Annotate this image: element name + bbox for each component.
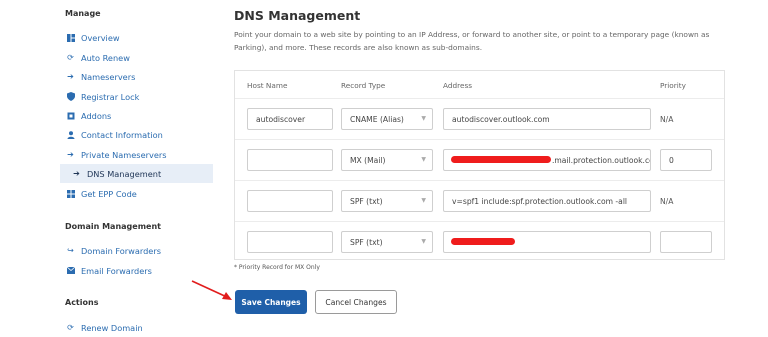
page-title: DNS Management — [234, 8, 361, 23]
share-icon: ↪ — [67, 245, 74, 255]
table-row: SPF (txt) ▼ v=spf1 include:spf.protectio… — [235, 180, 724, 222]
sidebar-item-label: Domain Forwarders — [81, 245, 161, 256]
record-type-value: MX (Mail) — [350, 155, 386, 165]
page-description: Point your domain to a web site by point… — [234, 30, 710, 52]
sidebar-item-label: DNS Management — [87, 168, 162, 179]
sidebar-item-label: Registrar Lock — [81, 91, 140, 102]
host-name-input[interactable] — [247, 149, 333, 171]
sidebar-item-auto-renew[interactable]: ⟳ Auto Renew — [60, 48, 213, 67]
sidebar-item-addons[interactable]: Addons — [60, 106, 213, 125]
cube-icon — [66, 111, 75, 120]
record-type-select[interactable]: SPF (txt) ▼ — [341, 231, 433, 253]
arrow-right-icon: ➔ — [67, 149, 74, 159]
user-icon — [66, 130, 75, 139]
refresh-icon: ⟳ — [67, 52, 74, 62]
main-content: DNS Management Point your domain to a we… — [222, 0, 768, 332]
record-type-select[interactable]: CNAME (Alias) ▼ — [341, 108, 433, 130]
refresh-icon: ⟳ — [67, 322, 74, 332]
shield-icon — [66, 92, 75, 101]
priority-note: * Priority Record for MX Only — [234, 264, 320, 271]
chevron-down-icon: ▼ — [421, 238, 426, 245]
sidebar-item-contact-information[interactable]: Contact Information — [60, 125, 213, 144]
table-row: MX (Mail) ▼ .mail.protection.outlook.cc … — [235, 139, 724, 181]
sidebar-item-private-nameservers[interactable]: ➔ Private Nameservers — [60, 145, 213, 164]
cancel-changes-button[interactable]: Cancel Changes — [315, 290, 397, 314]
sidebar-item-get-epp-code[interactable]: Get EPP Code — [60, 184, 213, 203]
table-row: SPF (txt) ▼ — [235, 221, 724, 263]
sidebar-item-dns-management[interactable]: ➔ DNS Management — [60, 164, 213, 183]
sidebar-item-domain-forwarders[interactable]: ↪ Domain Forwarders — [60, 241, 213, 260]
address-value: .mail.protection.outlook.cc — [552, 155, 651, 165]
priority-input[interactable]: 0 — [660, 149, 712, 171]
chevron-down-icon: ▼ — [421, 115, 426, 122]
sidebar-item-email-forwarders[interactable]: Email Forwarders — [60, 261, 213, 280]
chevron-down-icon: ▼ — [421, 197, 426, 204]
section-title-manage: Manage — [65, 9, 101, 18]
table-row: autodiscover CNAME (Alias) ▼ autodiscove… — [235, 98, 724, 140]
address-input[interactable]: autodiscover.outlook.com — [443, 108, 651, 130]
redaction-mark — [451, 238, 515, 245]
record-type-select[interactable]: MX (Mail) ▼ — [341, 149, 433, 171]
sidebar-item-label: Private Nameservers — [81, 149, 167, 160]
dashboard-icon — [66, 33, 75, 42]
record-type-select[interactable]: SPF (txt) ▼ — [341, 190, 433, 212]
sidebar-item-label: Overview — [81, 32, 120, 43]
sidebar: Manage Overview ⟳ Auto Renew ➔ Nameserve… — [0, 0, 222, 333]
arrow-right-icon: ➔ — [73, 168, 80, 178]
section-title-domain-management: Domain Management — [65, 222, 161, 231]
envelope-icon — [66, 266, 75, 275]
sidebar-item-registrar-lock[interactable]: Registrar Lock — [60, 87, 213, 106]
sidebar-item-label: Auto Renew — [81, 52, 130, 63]
sidebar-item-nameservers[interactable]: ➔ Nameservers — [60, 67, 213, 86]
sidebar-item-overview[interactable]: Overview — [60, 28, 213, 47]
host-name-input[interactable] — [247, 231, 333, 253]
priority-input[interactable] — [660, 231, 712, 253]
priority-value: N/A — [660, 197, 674, 206]
sidebar-item-label: Renew Domain — [81, 322, 143, 333]
host-name-input[interactable]: autodiscover — [247, 108, 333, 130]
column-header-host-name: Host Name — [247, 81, 288, 90]
priority-value: N/A — [660, 115, 674, 124]
sidebar-item-renew-domain[interactable]: ⟳ Renew Domain — [60, 318, 213, 337]
address-input[interactable]: v=spf1 include:spf.protection.outlook.co… — [443, 190, 651, 212]
host-name-input[interactable] — [247, 190, 333, 212]
record-type-value: SPF (txt) — [350, 237, 383, 247]
redaction-mark — [451, 156, 551, 163]
chevron-down-icon: ▼ — [421, 156, 426, 163]
column-header-record-type: Record Type — [341, 81, 386, 90]
column-header-address: Address — [443, 81, 473, 90]
arrow-right-icon: ➔ — [67, 71, 74, 81]
sidebar-item-label: Addons — [81, 110, 112, 121]
sidebar-item-label: Contact Information — [81, 129, 163, 140]
grid-icon — [66, 189, 75, 198]
sidebar-item-label: Nameservers — [81, 71, 136, 82]
dns-records-table: Host Name Record Type Address Priority a… — [234, 70, 725, 260]
section-title-actions: Actions — [65, 298, 99, 307]
record-type-value: SPF (txt) — [350, 196, 383, 206]
record-type-value: CNAME (Alias) — [350, 114, 404, 124]
column-header-priority: Priority — [660, 81, 686, 90]
sidebar-item-label: Get EPP Code — [81, 188, 137, 199]
sidebar-item-label: Email Forwarders — [81, 265, 152, 276]
save-changes-button[interactable]: Save Changes — [235, 290, 307, 314]
